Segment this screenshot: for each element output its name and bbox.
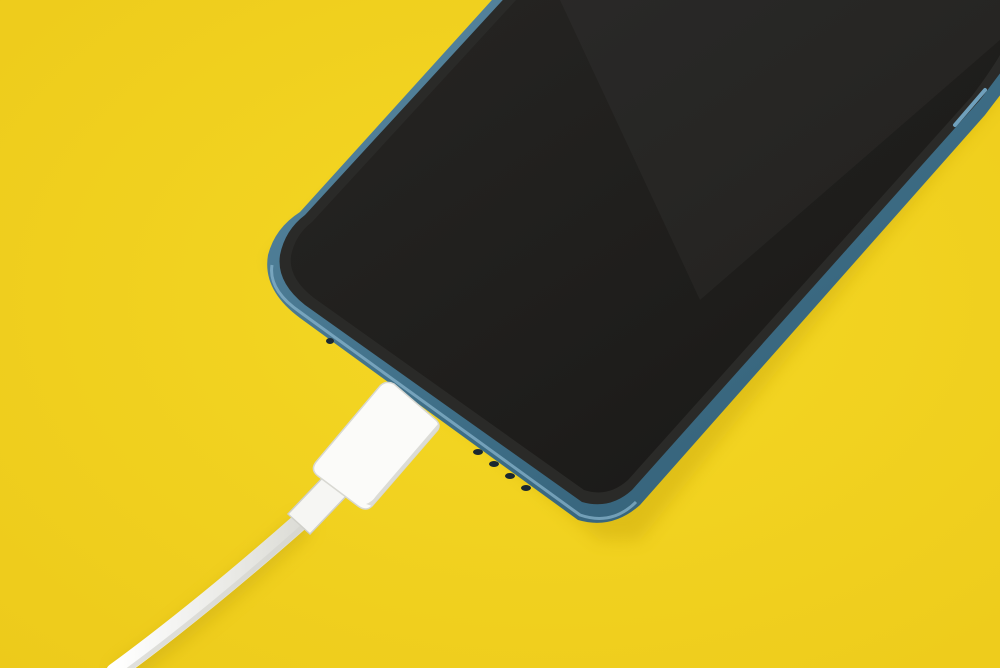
microphone-hole (326, 338, 334, 344)
speaker-hole (489, 461, 499, 467)
speaker-hole (521, 485, 531, 491)
photo-canvas (0, 0, 1000, 668)
photo-scene (0, 0, 1000, 668)
speaker-hole (473, 449, 483, 455)
speaker-hole (505, 473, 515, 479)
